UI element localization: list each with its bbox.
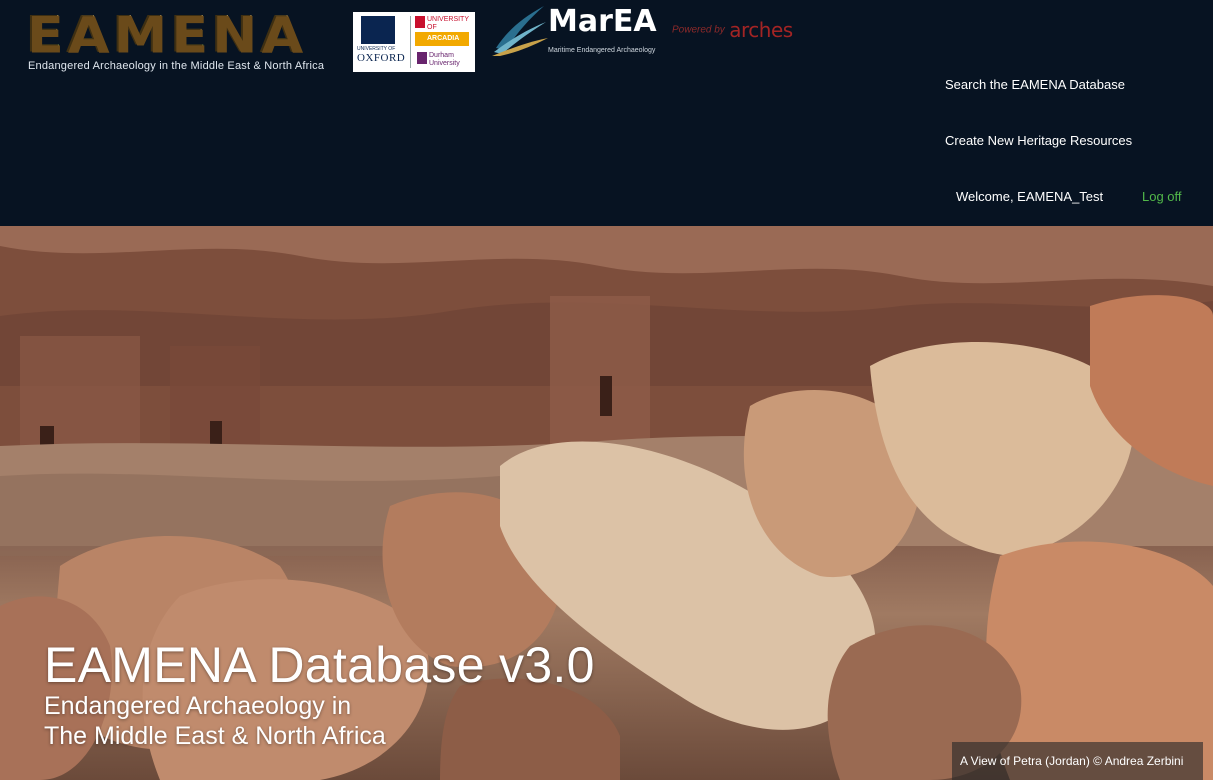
hero-subtitle-line2: The Middle East & North Africa xyxy=(44,722,386,750)
marea-subtitle: Maritime Endangered Archaeology xyxy=(548,47,656,54)
hero-title: EAMENA Database v3.0 xyxy=(44,637,595,693)
hero-subtitle-line1: Endangered Archaeology in xyxy=(44,692,352,720)
logo-divider xyxy=(410,16,411,68)
marea-waves-icon xyxy=(492,6,548,56)
eamena-logo-text: EAMENA xyxy=(26,5,307,64)
powered-by-label: Powered by xyxy=(672,24,725,36)
durham-label: Durham University xyxy=(429,52,460,67)
partner-universities-logo: UNIVERSITY OF OXFORD UNIVERSITY OF LEICE… xyxy=(353,12,475,72)
marea-title: MarEA xyxy=(548,4,657,39)
nav-create-resources[interactable]: Create New Heritage Resources xyxy=(945,133,1132,148)
durham-crest-icon xyxy=(417,52,427,64)
photo-credit: A View of Petra (Jordan) © Andrea Zerbin… xyxy=(952,742,1203,780)
oxford-crest-icon xyxy=(361,16,395,44)
arches-logo-text: arches xyxy=(729,18,793,42)
arcadia-label: ARCADIA xyxy=(415,32,469,46)
site-header: EAMENA Endangered Archaeology in the Mid… xyxy=(0,0,1213,226)
hero-banner: EAMENA Database v3.0 Endangered Archaeol… xyxy=(0,226,1213,780)
logoff-link[interactable]: Log off xyxy=(1142,189,1182,204)
oxford-label: OXFORD xyxy=(357,52,406,64)
photo-credit-text: A View of Petra (Jordan) © Andrea Zerbin… xyxy=(960,754,1184,768)
eamena-logo[interactable]: EAMENA Endangered Archaeology in the Mid… xyxy=(26,5,344,76)
welcome-user: Welcome, EAMENA_Test xyxy=(956,189,1104,204)
powered-by-arches[interactable]: Powered by arches xyxy=(672,18,793,42)
marea-logo[interactable]: MarEA Maritime Endangered Archaeology xyxy=(490,0,670,62)
leicester-crest-icon xyxy=(415,16,425,28)
eamena-tagline: Endangered Archaeology in the Middle Eas… xyxy=(28,60,325,72)
nav-search-database[interactable]: Search the EAMENA Database xyxy=(945,77,1125,92)
